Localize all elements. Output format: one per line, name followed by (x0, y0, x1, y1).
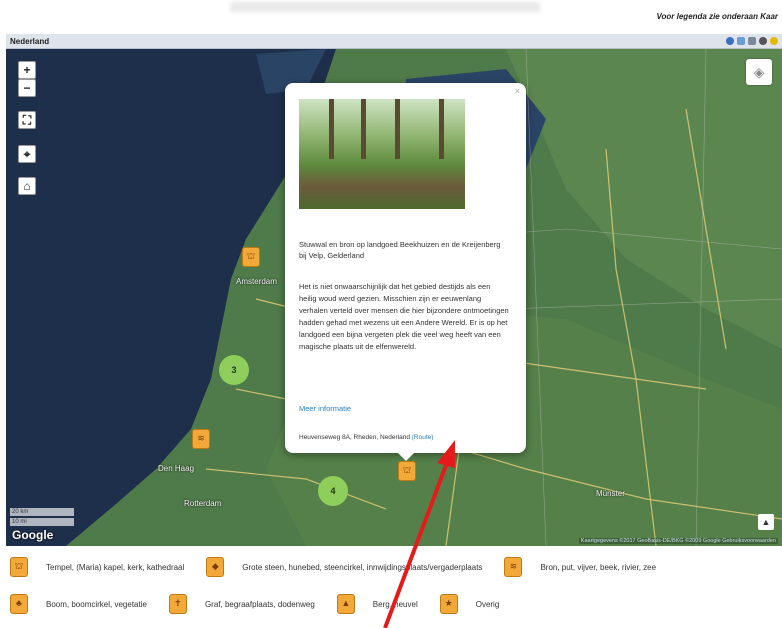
popup-body: Het is niet onwaarschijnlijk dat het geb… (299, 282, 509, 351)
map-marker-temple[interactable]: ⛫ (398, 461, 416, 481)
map-attribution[interactable]: Kaartgegevens ©2017 GeoBasis-DE/BKG ©200… (578, 538, 778, 544)
popup-address: Heuvenseweg 8A, Rheden, Nederland (Route… (299, 434, 433, 441)
info-popup: × Stuwwal en bron op landgoed Beekhuizen… (285, 83, 526, 461)
well-icon: ≋ (504, 557, 523, 577)
legend-label: Graf, begraafplaats, dodenweg (204, 599, 315, 609)
legend-row-1: ⛫ Tempel, (Maria) kapel, kerk, kathedraa… (10, 557, 678, 577)
info-icon[interactable] (770, 37, 778, 45)
map-header-bar: Nederland (6, 34, 782, 49)
map-title: Nederland (10, 36, 50, 46)
legend-label: Boom, boomcirkel, vegetatie (46, 599, 147, 609)
city-label: Den Haag (158, 464, 195, 473)
legend-note: Voor legenda zie onderaan Kaar (656, 12, 778, 21)
legend-label: Grote steen, hunebed, steencirkel, innwi… (242, 562, 483, 572)
popup-tip (397, 452, 415, 461)
header-banner (230, 2, 540, 12)
hill-icon: ▲ (336, 594, 355, 614)
layers-button[interactable]: ◈ (746, 59, 772, 85)
map-marker-well[interactable]: ≋ (192, 429, 210, 449)
grid-icon[interactable] (737, 37, 745, 45)
legend-label: Berg, heuvel (372, 599, 418, 609)
scale-imperial: 10 mi (10, 518, 74, 526)
map-header-icons (726, 37, 778, 45)
grave-icon: ✝ (168, 594, 187, 614)
street-view-button[interactable]: ▲ (758, 514, 774, 530)
zoom-out-button[interactable]: − (18, 79, 36, 97)
city-label: Münster (596, 489, 625, 498)
locate-button[interactable]: ⌖ (18, 145, 36, 163)
zoom-in-button[interactable]: + (18, 61, 36, 79)
map-cluster[interactable]: 3 (219, 355, 249, 385)
city-label: Amsterdam (236, 277, 277, 286)
more-info-link[interactable]: Meer informatie (299, 404, 351, 413)
close-icon[interactable]: × (515, 86, 520, 96)
scale-metric: 20 km (10, 508, 74, 516)
legend-label: Tempel, (Maria) kapel, kerk, kathedraal (46, 562, 185, 572)
popup-title: Stuwwal en bron op landgoed Beekhuizen e… (299, 240, 501, 260)
legend-row-2: ♣ Boom, boomcirkel, vegetatie ✝ Graf, be… (10, 594, 521, 614)
photo-icon[interactable] (748, 37, 756, 45)
tree-icon: ♣ (10, 594, 28, 614)
legend-label: Bron, put, vijver, beek, rivier, zee (540, 562, 657, 572)
layers-icon: ◈ (753, 64, 765, 80)
address-text: Heuvenseweg 8A, Rheden, Nederland (299, 434, 410, 441)
city-label: Rotterdam (184, 499, 222, 508)
star-icon: ★ (439, 594, 458, 614)
settings-icon[interactable] (759, 37, 767, 45)
popup-photo (299, 99, 465, 209)
route-link[interactable]: (Route) (412, 434, 434, 441)
map-cluster[interactable]: 4 (318, 476, 348, 506)
temple-icon: ⛫ (10, 557, 28, 577)
google-logo: Google (12, 528, 54, 542)
legend-label: Overig (475, 599, 500, 609)
map-marker-temple[interactable]: ⛫ (242, 247, 260, 267)
pegman-icon: ▲ (761, 517, 771, 527)
globe-icon[interactable] (726, 37, 734, 45)
stone-icon: ◆ (206, 557, 225, 577)
fullscreen-button[interactable]: ⛶ (18, 111, 36, 129)
home-button[interactable]: ⌂ (18, 177, 36, 195)
